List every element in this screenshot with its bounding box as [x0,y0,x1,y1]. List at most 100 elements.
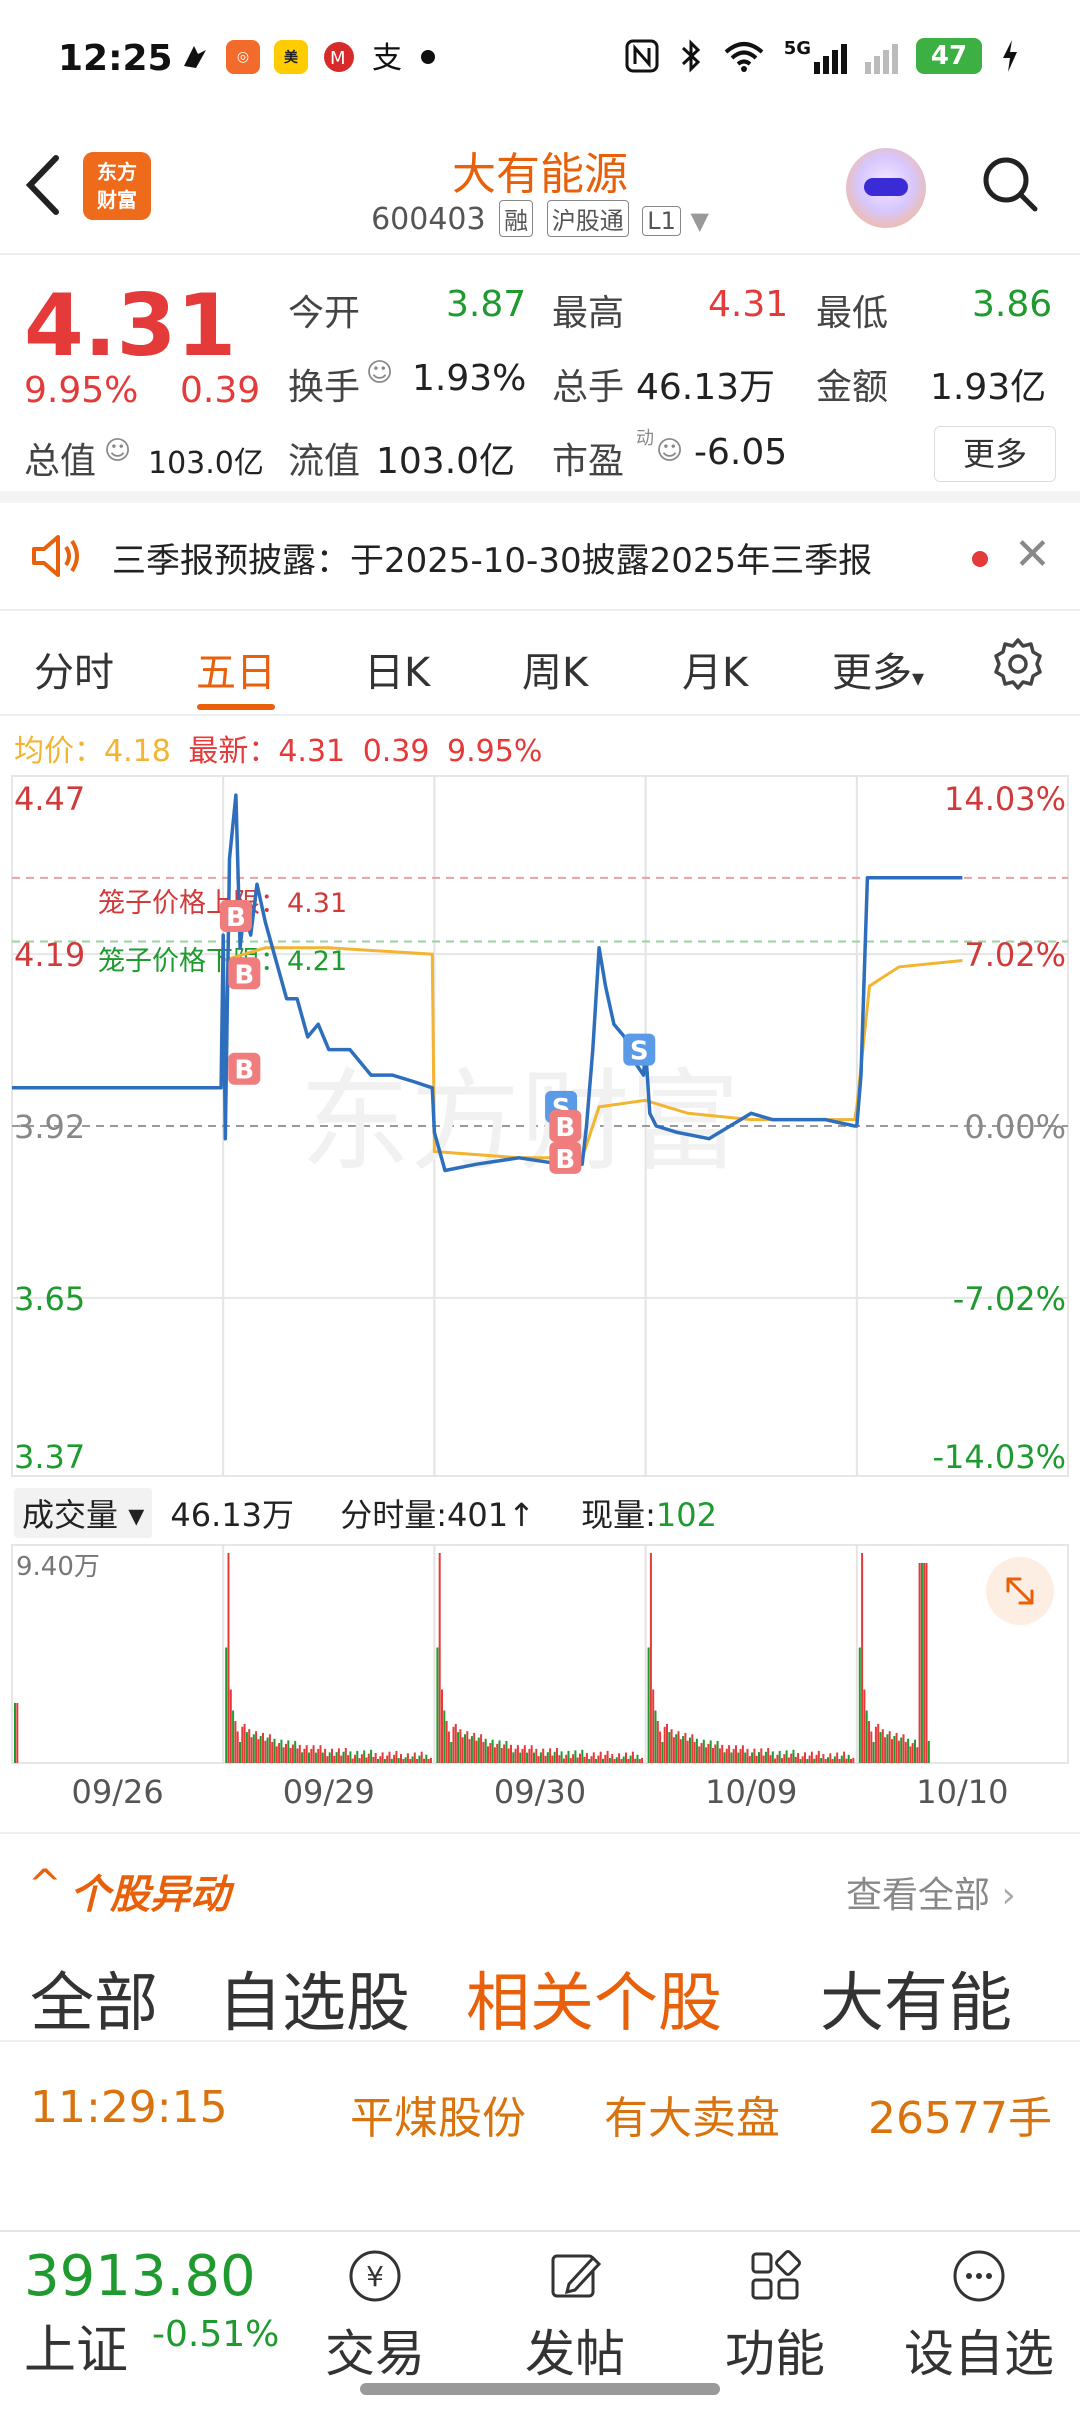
volume-bar [461,1737,464,1763]
volume-bar [682,1736,685,1763]
volume-bar [670,1729,673,1763]
volume-bar [691,1734,694,1763]
volume-bar [764,1751,767,1763]
expand-icon[interactable] [986,1557,1054,1625]
tab-related[interactable]: 相关个股 [466,1952,722,2044]
volume-bar [705,1747,708,1763]
mktcap-value: 103.0亿 [148,446,264,481]
volume-bar [822,1754,825,1763]
unread-dot [972,551,988,567]
volume-bar [229,1689,232,1763]
volume-bar [429,1757,432,1763]
volume-bar [558,1755,561,1763]
caret-down-icon[interactable]: ▼ [690,207,708,235]
close-icon[interactable]: ✕ [1014,529,1051,580]
search-icon[interactable] [980,154,1040,214]
volume-bar [470,1736,473,1763]
volume-bar [232,1710,235,1763]
tab-five-day[interactable]: 五日 [196,640,276,698]
volume-bar [482,1742,485,1763]
high-value: 4.31 [708,284,789,325]
view-all-link[interactable]: 查看全部 › [846,1866,1016,1918]
volume-bar [379,1756,382,1763]
tab-more[interactable]: 更多▾ [832,640,924,698]
tab-watchlist[interactable]: 自选股 [218,1952,410,2044]
pe-superscript: 动 [636,428,654,449]
tab-daily-k[interactable]: 日K [364,640,430,698]
volume-bar [549,1748,552,1763]
five-day-price-chart[interactable]: 东方财富 4.47 14.03% 4.19 7.02% 3.92 0.00% 3.65 -7.… [0,770,1080,1490]
stock-header: 东方 财富 大有能源 600403 融 沪股通 L1 ▼ [0,130,1080,255]
volume-bar [618,1753,621,1763]
tab-this-stock[interactable]: 大有能 [820,1952,1012,2044]
volume-bar [636,1754,639,1763]
volume-bar [836,1752,839,1763]
volume-bar [833,1756,836,1763]
volume-bar [574,1750,577,1763]
volume-bar [423,1758,425,1763]
signal-label: 5G [783,38,811,59]
sell-marker-label: S [630,1037,649,1067]
volume-bar [641,1757,644,1763]
pe-info-icon[interactable]: ☺ [656,436,683,466]
chevron-up-icon[interactable]: ^ [28,1862,62,1908]
volume-bar [572,1754,575,1763]
latest-value: 4.31 [278,734,346,769]
volume-bar [852,1757,855,1763]
more-quote-button[interactable]: 更多 [934,426,1056,482]
tab-all[interactable]: 全部 [30,1952,158,2044]
latest-change: 0.39 [362,734,430,769]
volume-bar [737,1752,740,1763]
volume-bar [744,1752,747,1763]
volume-bar [785,1750,788,1763]
volume-bar [579,1753,581,1763]
volume-bar [404,1757,407,1763]
volume-bar [611,1754,614,1763]
volume-bar [792,1749,795,1763]
volume-bar [450,1742,453,1763]
tag-margin: 融 [499,200,534,237]
volume-bar [400,1754,402,1763]
volume-bar [868,1721,870,1763]
volume-bar [16,1703,19,1763]
volume-bar [622,1756,625,1763]
alipay-icon: 支 [372,41,402,74]
volume-bar [523,1745,526,1763]
alert-time: 11:29:15 [30,2082,228,2133]
volume-value: 46.13万 [636,367,776,408]
volume-bar [716,1740,719,1763]
volume-bar [544,1755,547,1763]
post-button[interactable]: 发帖 [500,2244,650,2386]
tag-level: L1 [642,206,681,236]
volume-bar [287,1740,290,1763]
pe-label: 市盈 [552,441,625,482]
volume-bar [266,1737,269,1763]
volume-bar [748,1756,751,1763]
volume-bar [416,1759,419,1763]
volume-bar [326,1756,329,1763]
volume-bar [289,1747,292,1763]
volume-bar [335,1752,338,1763]
home-indicator[interactable] [360,2383,720,2395]
high-label: 最高 [552,293,625,334]
tab-weekly-k[interactable]: 周K [522,640,588,698]
mktcap-info-icon[interactable]: ☺ [104,436,131,466]
volume-bar [441,1689,443,1763]
volume-chart[interactable]: 9.40万 09/26 09/29 09/30 10/09 10/10 [0,1485,1080,1815]
volume-bar [452,1726,455,1763]
tab-monthly-k[interactable]: 月K [682,640,748,698]
volume-bar [383,1759,386,1763]
functions-button[interactable]: 功能 [700,2244,850,2386]
notice-bar[interactable]: 三季报预披露：于2025-10-30披露2025年三季报 ✕ [0,503,1080,611]
stock-alerts-header: ^ 个股异动 查看全部 › [0,1832,1080,1942]
alert-row[interactable]: 11:29:15 平煤股份 有大卖盘 26577手 [0,2050,1080,2170]
gear-icon[interactable] [990,636,1046,692]
turnover-info-icon[interactable]: ☺ [366,358,393,388]
add-watchlist-button[interactable]: 设自选 [904,2244,1054,2386]
tab-intraday[interactable]: 分时 [34,640,114,698]
trade-button[interactable]: ¥ 交易 [300,2244,450,2386]
volume-bar [725,1748,728,1763]
volume-bar [776,1754,779,1763]
x-axis-date-label: 10/09 [705,1773,797,1811]
assistant-robot-icon[interactable] [846,148,926,228]
